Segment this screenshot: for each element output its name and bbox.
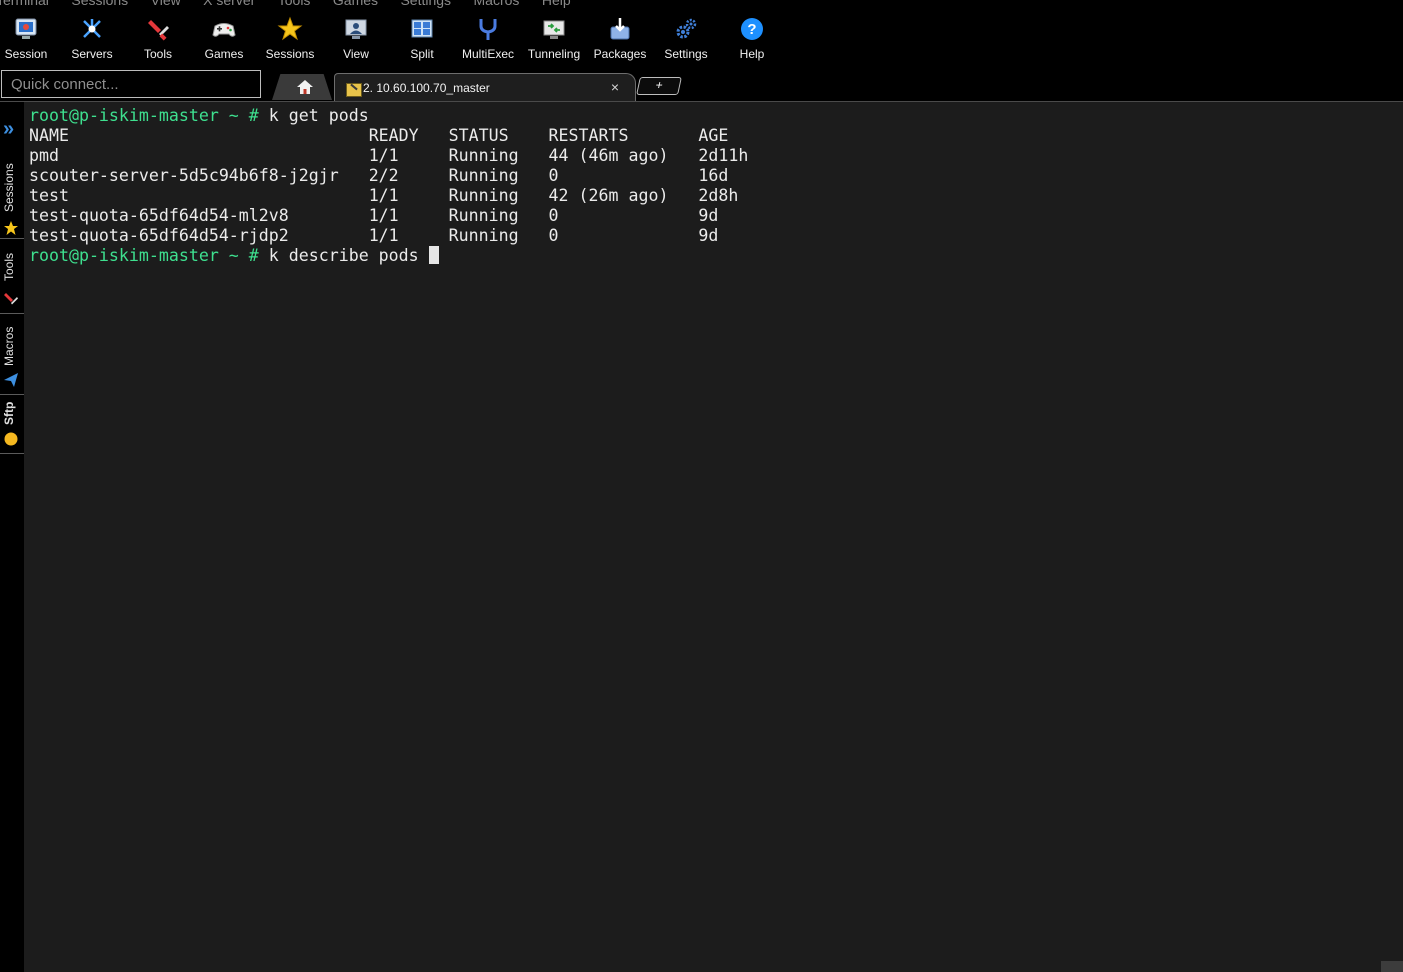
games-icon [212, 23, 236, 37]
sidebar-tools-label: Tools [2, 253, 16, 282]
header-age: AGE [698, 126, 729, 145]
pod-row: test-quota-65df64d54-rjdp2 1/1 Running 0… [29, 226, 718, 245]
multiexec-icon [479, 19, 497, 40]
tools-icon [148, 20, 169, 41]
sidebar-tab-macros[interactable]: Macros [0, 314, 24, 395]
view-icon [345, 19, 367, 39]
sidebar-sessions-label: Sessions [2, 163, 16, 213]
tab-session[interactable]: 2. 10.60.100.70_master × [334, 73, 636, 103]
servers-icon [83, 19, 101, 38]
pod-row: scouter-server-5d5c94b6f8-j2gjr 2/2 Runn… [29, 166, 728, 185]
gears-icon [676, 18, 697, 39]
menu-help[interactable]: Help [542, 0, 571, 8]
sidebar-tab-sessions[interactable]: Sessions [0, 154, 24, 239]
pod-status: Running [448, 146, 519, 165]
terminal-output: root@p-iskim-master ~ # k get pods NAME … [29, 106, 748, 266]
pod-status: Running [448, 166, 519, 185]
pod-age: 2d8h [698, 186, 739, 205]
pod-age: 2d11h [698, 146, 749, 165]
pod-ready: 2/2 [368, 166, 399, 185]
pod-restarts: 44 (46m ago) [548, 146, 669, 165]
tab-session-label: 2. 10.60.100.70_master [363, 81, 490, 95]
pod-status: Running [448, 206, 519, 225]
pod-age: 16d [698, 166, 729, 185]
status-strip [24, 964, 1403, 972]
help-button[interactable]: ? Help [719, 12, 785, 68]
pod-restarts: 0 [548, 226, 559, 245]
tab-strip: 2. 10.60.100.70_master × + [264, 70, 1403, 103]
help-icon: ? [741, 18, 763, 40]
menu-view[interactable]: View [151, 0, 181, 8]
pod-age: 9d [698, 226, 719, 245]
help-label: Help [739, 47, 765, 61]
terminal-session-icon [346, 83, 362, 97]
pod-restarts: 0 [548, 166, 559, 185]
star-icon [277, 16, 303, 41]
menu-macros[interactable]: Macros [474, 0, 520, 8]
sidebar-tab-sftp[interactable]: Sftp [0, 395, 24, 454]
tab-close-button[interactable]: × [611, 79, 619, 95]
left-sidebar: » Sessions Tools Macros Sftp [0, 102, 24, 972]
scrollbar-corner[interactable] [1381, 961, 1403, 972]
pod-name: test-quota-65df64d54-rjdp2 [29, 226, 289, 245]
pod-status: Running [448, 186, 519, 205]
star-icon [4, 221, 18, 235]
menu-games[interactable]: Games [333, 0, 378, 8]
sidebar-tab-tools[interactable]: Tools [0, 239, 24, 314]
pods-table-header: NAME READY STATUS RESTARTS AGE [29, 126, 728, 145]
menu-settings[interactable]: Settings [400, 0, 451, 8]
menu-terminal[interactable]: Terminal [0, 0, 49, 8]
svg-text:?: ? [747, 21, 756, 38]
session-icon [15, 18, 37, 39]
pod-ready: 1/1 [368, 226, 399, 245]
pod-row: pmd 1/1 Running 44 (46m ago) 2d11h [29, 146, 748, 165]
tunneling-icon [543, 20, 565, 39]
home-icon [297, 80, 313, 94]
tools-icon [4, 293, 18, 305]
pod-row: test 1/1 Running 42 (26m ago) 2d8h [29, 186, 738, 205]
pod-row: test-quota-65df64d54-ml2v8 1/1 Running 0… [29, 206, 718, 225]
send-icon [4, 373, 18, 387]
pod-restarts: 0 [548, 206, 559, 225]
pod-ready: 1/1 [368, 186, 399, 205]
pod-name: test-quota-65df64d54-ml2v8 [29, 206, 289, 225]
sftp-icon [4, 432, 18, 446]
pod-name: pmd [29, 146, 59, 165]
menu-xserver[interactable]: X server [203, 0, 255, 8]
header-status: STATUS [448, 126, 509, 145]
pod-ready: 1/1 [368, 146, 399, 165]
terminal-command: k describe pods [268, 246, 429, 265]
header-ready: READY [368, 126, 419, 145]
menu-bar: Terminal Sessions View X server Tools Ga… [0, 0, 1403, 10]
pod-ready: 1/1 [368, 206, 399, 225]
pod-name: scouter-server-5d5c94b6f8-j2gjr [29, 166, 339, 185]
expand-sidebar-icon[interactable]: » [3, 119, 21, 139]
terminal-prompt: root@p-iskim-master ~ # [29, 246, 269, 265]
header-name: NAME [29, 126, 69, 145]
terminal-prompt: root@p-iskim-master ~ # [29, 106, 269, 125]
menu-tools[interactable]: Tools [278, 0, 311, 8]
main-toolbar: Session Servers Tools Games Sessions Vie… [0, 12, 1403, 68]
sidebar-sftp-label: Sftp [2, 401, 16, 425]
pod-status: Running [448, 226, 519, 245]
menu-sessions[interactable]: Sessions [71, 0, 128, 8]
terminal-command: k get pods [268, 106, 369, 125]
pod-restarts: 42 (26m ago) [548, 186, 669, 205]
new-tab-button[interactable]: + [636, 77, 682, 95]
split-icon [411, 19, 433, 38]
pod-age: 9d [698, 206, 719, 225]
header-restarts: RESTARTS [548, 126, 629, 145]
quick-connect-input[interactable] [1, 70, 261, 98]
terminal-cursor [428, 246, 439, 264]
terminal-pane[interactable]: root@p-iskim-master ~ # k get pods NAME … [24, 102, 1403, 964]
packages-icon [610, 18, 630, 40]
tab-home[interactable] [272, 74, 332, 100]
pod-name: test [29, 186, 69, 205]
sidebar-macros-label: Macros [2, 326, 16, 366]
